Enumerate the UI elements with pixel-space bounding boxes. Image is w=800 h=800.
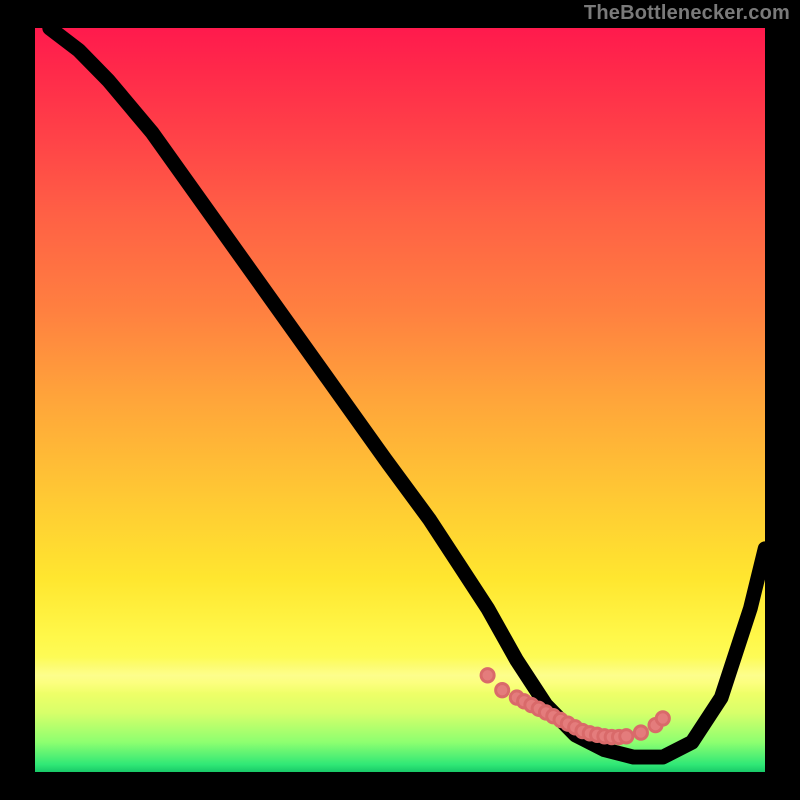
optimal-dot — [634, 726, 647, 739]
optimal-dots-group — [481, 669, 669, 744]
watermark-text: TheBottlenecker.com — [584, 2, 790, 25]
curve-svg — [35, 28, 765, 772]
plot-area — [35, 28, 765, 772]
chart-frame: TheBottlenecker.com — [0, 0, 800, 800]
optimal-dot — [496, 683, 509, 696]
bottleneck-curve — [50, 28, 765, 757]
optimal-dot — [620, 730, 633, 743]
optimal-dot — [656, 712, 669, 725]
optimal-dot — [481, 669, 494, 682]
